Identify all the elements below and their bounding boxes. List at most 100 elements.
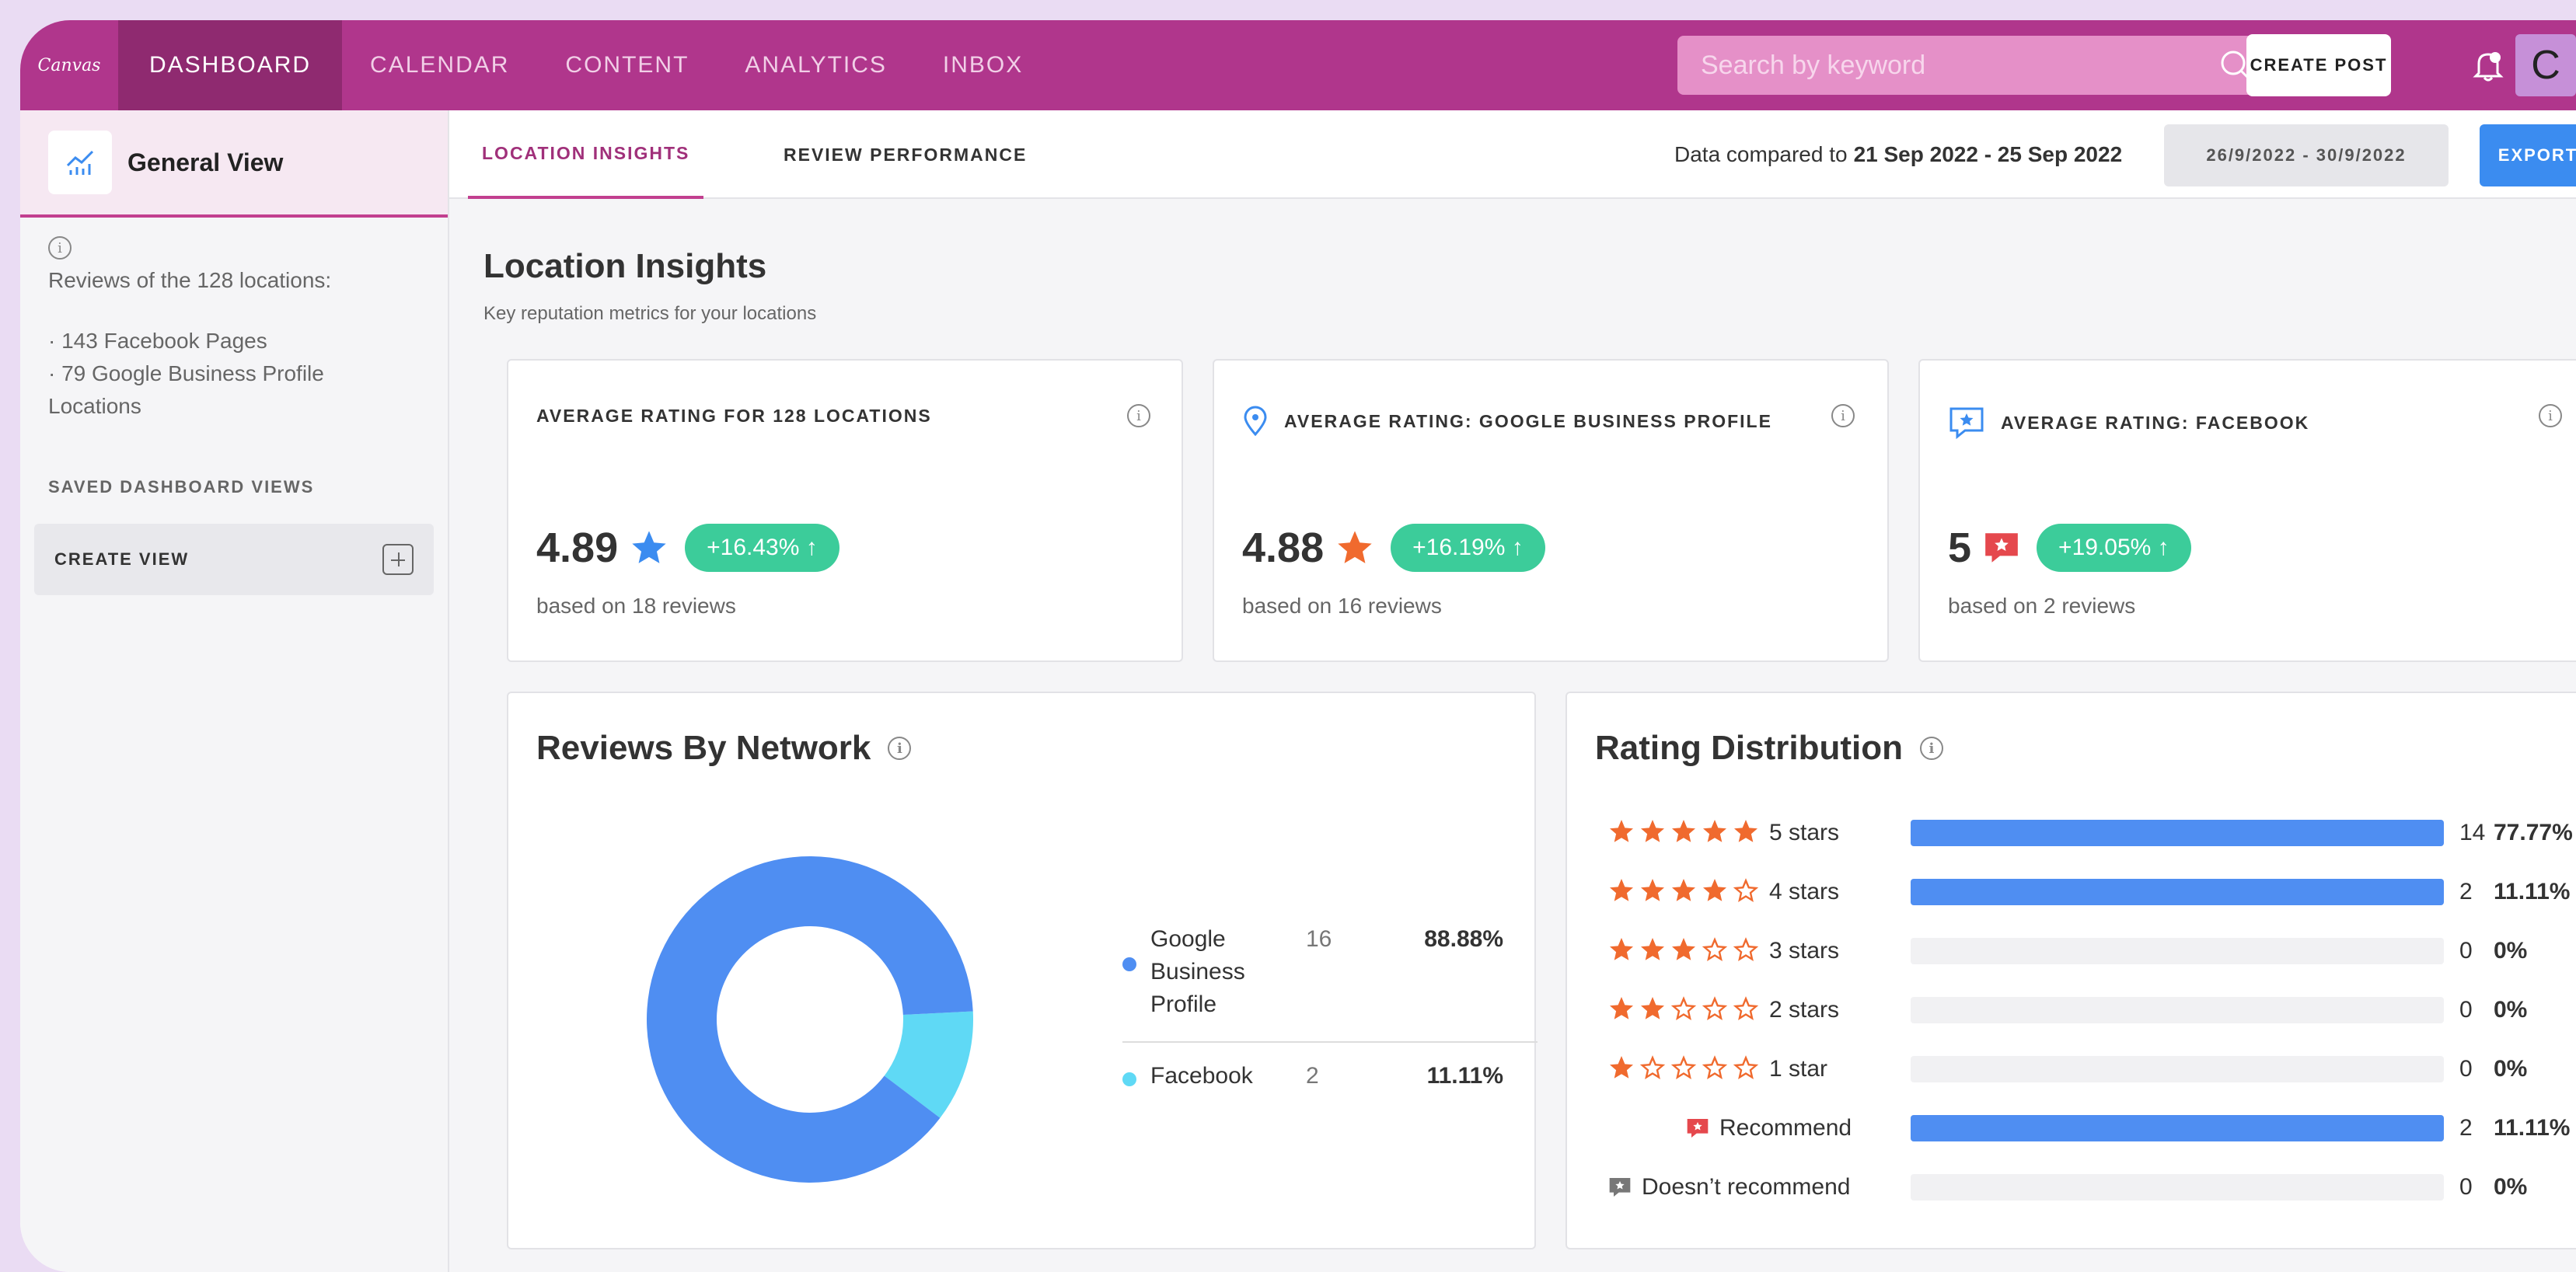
- nav-content[interactable]: CONTENT: [537, 20, 717, 110]
- kpi-card-average-rating: AVERAGE RATING FOR 128 LOCATIONS i 4.89 …: [507, 359, 1183, 662]
- notification-bell-icon[interactable]: [2469, 47, 2508, 85]
- kpi-card-google-rating: AVERAGE RATING: GOOGLE BUSINESS PROFILE …: [1213, 359, 1889, 662]
- kpi-change-badge: +16.19% ↑: [1391, 524, 1545, 572]
- saved-views-heading: SAVED DASHBOARD VIEWS: [48, 477, 315, 497]
- distribution-row: 1 star 0 0%: [1607, 1054, 2576, 1085]
- stars-group: [1607, 1054, 1769, 1086]
- legend-count: 2: [1306, 1063, 1319, 1089]
- not-recommend-icon: [1609, 1178, 1631, 1197]
- rating-label: 5 stars: [1769, 820, 1840, 845]
- locations-summary: Reviews of the 128 locations:: [48, 268, 332, 292]
- rating-percent: 0%: [2494, 1056, 2528, 1082]
- rating-count: 0: [2459, 1056, 2473, 1082]
- star-outline-icon: [1732, 1054, 1763, 1086]
- rating-bar: [1911, 997, 2444, 1023]
- star-outline-icon: [1639, 1054, 1670, 1086]
- main-content: LOCATION INSIGHTS REVIEW PERFORMANCE Dat…: [449, 110, 2576, 1272]
- locations-info: i Reviews of the 128 locations: · 143 Fa…: [20, 218, 448, 423]
- create-view-button[interactable]: CREATE VIEW: [34, 524, 434, 595]
- app-logo[interactable]: Canvas: [20, 20, 118, 110]
- kpi-value-row: 5 +19.05% ↑: [1948, 524, 2191, 572]
- legend-row-google[interactable]: Google Business Profile 16 88.88%: [1122, 923, 1503, 1021]
- kpi-subtext: based on 16 reviews: [1242, 594, 1442, 618]
- reviews-by-network-card: Reviews By Network i Google Business Pro…: [507, 692, 1538, 1249]
- kpi-subtext: based on 2 reviews: [1948, 594, 2136, 618]
- star-outline-icon: [1670, 995, 1701, 1026]
- star-filled-icon: [1701, 817, 1732, 849]
- kpi-value: 5: [1948, 524, 1972, 571]
- nav-inbox[interactable]: INBOX: [915, 20, 1051, 110]
- google-locations-count-cont: Locations: [48, 394, 141, 418]
- comparison-prefix: Data compared to: [1674, 142, 1848, 166]
- page-subtitle: Key reputation metrics for your location…: [483, 303, 817, 324]
- rating-bar: [1911, 938, 2444, 964]
- legend-dot: [1122, 957, 1136, 971]
- google-locations-count: · 79 Google Business Profile: [48, 361, 324, 385]
- section-title-row: Reviews By Network i: [536, 729, 912, 768]
- star-filled-icon: [1639, 936, 1670, 967]
- distribution-row: 5 stars 14 77.77%: [1607, 817, 2576, 849]
- nav-analytics[interactable]: ANALYTICS: [717, 20, 915, 110]
- rating-label: 3 stars: [1769, 938, 1840, 964]
- kpi-change-badge: +19.05% ↑: [2037, 524, 2191, 572]
- info-icon[interactable]: i: [1919, 737, 1943, 760]
- export-button[interactable]: EXPORT: [2480, 124, 2576, 186]
- info-icon[interactable]: i: [48, 236, 72, 260]
- rating-label: 2 stars: [1769, 997, 1840, 1023]
- info-icon[interactable]: i: [1127, 404, 1150, 427]
- rating-count: 2: [2459, 879, 2473, 904]
- create-post-button[interactable]: CREATE POST: [2246, 34, 2391, 96]
- info-icon[interactable]: i: [2539, 404, 2562, 427]
- chart-growth-icon: [48, 131, 112, 194]
- date-range-picker[interactable]: 26/9/2022 - 30/9/2022: [2164, 124, 2449, 186]
- rating-bar: [1911, 1174, 2444, 1201]
- tab-review-performance[interactable]: REVIEW PERFORMANCE: [784, 110, 1027, 199]
- distribution-row: 4 stars 2 11.11%: [1607, 876, 2576, 908]
- comparison-text: Data compared to 21 Sep 2022 - 25 Sep 20…: [1674, 110, 2122, 199]
- app-window: Canvas DASHBOARD CALENDAR CONTENT ANALYT…: [20, 20, 2576, 1272]
- general-view-label: General View: [127, 148, 284, 176]
- kpi-value-row: 4.89 +16.43% ↑: [536, 524, 839, 572]
- nav-calendar[interactable]: CALENDAR: [342, 20, 537, 110]
- search-input[interactable]: [1701, 50, 2218, 81]
- info-icon[interactable]: i: [888, 737, 912, 760]
- star-filled-icon: [1639, 876, 1670, 908]
- recommend-icon: [1687, 1119, 1709, 1138]
- add-icon[interactable]: [382, 544, 414, 575]
- legend-network-name: Google Business Profile: [1150, 923, 1306, 1021]
- recommend-icon: [1985, 533, 2018, 563]
- facebook-review-icon: [1949, 407, 1984, 440]
- nav-dashboard[interactable]: DASHBOARD: [118, 20, 343, 110]
- rating-bar-fill: [1911, 1115, 2444, 1141]
- info-icon[interactable]: i: [1831, 404, 1855, 427]
- tab-bar: LOCATION INSIGHTS REVIEW PERFORMANCE Dat…: [449, 110, 2576, 199]
- star-filled-icon: [1732, 817, 1763, 849]
- legend-row-facebook[interactable]: Facebook 2 11.11%: [1122, 1063, 1503, 1089]
- rating-percent: 11.11%: [2494, 1115, 2571, 1141]
- star-filled-icon: [1639, 817, 1670, 849]
- star-filled-icon: [1670, 876, 1701, 908]
- star-filled-icon: [1607, 1054, 1639, 1086]
- kpi-value: 4.89: [536, 524, 619, 571]
- create-view-label: CREATE VIEW: [54, 549, 190, 569]
- kpi-title-row: AVERAGE RATING: GOOGLE BUSINESS PROFILE: [1242, 406, 1772, 437]
- star-outline-icon: [1732, 876, 1763, 908]
- stars-group: [1607, 936, 1769, 967]
- rating-distribution-card: Rating Distribution i 5 stars 14 77.77% 4 s…: [1565, 692, 2576, 1249]
- legend-name-line: Google: [1150, 926, 1226, 952]
- location-pin-icon: [1244, 406, 1267, 437]
- rating-label: Recommend: [1719, 1115, 1852, 1141]
- section-title: Rating Distribution: [1595, 729, 1903, 767]
- sidebar-item-general-view[interactable]: General View: [20, 110, 448, 218]
- rating-count: 0: [2459, 938, 2473, 964]
- kpi-value: 4.88: [1242, 524, 1325, 571]
- rating-percent: 77.77%: [2494, 820, 2573, 845]
- rating-label: 4 stars: [1769, 879, 1840, 904]
- sidebar: General View i Reviews of the 128 locati…: [20, 110, 449, 1272]
- legend-network-name: Facebook: [1150, 1063, 1253, 1089]
- tab-location-insights[interactable]: LOCATION INSIGHTS: [468, 110, 704, 199]
- rating-percent: 0%: [2494, 997, 2528, 1023]
- user-avatar[interactable]: C: [2515, 34, 2576, 96]
- network-donut-chart: [647, 856, 973, 1183]
- star-icon: [1338, 531, 1372, 563]
